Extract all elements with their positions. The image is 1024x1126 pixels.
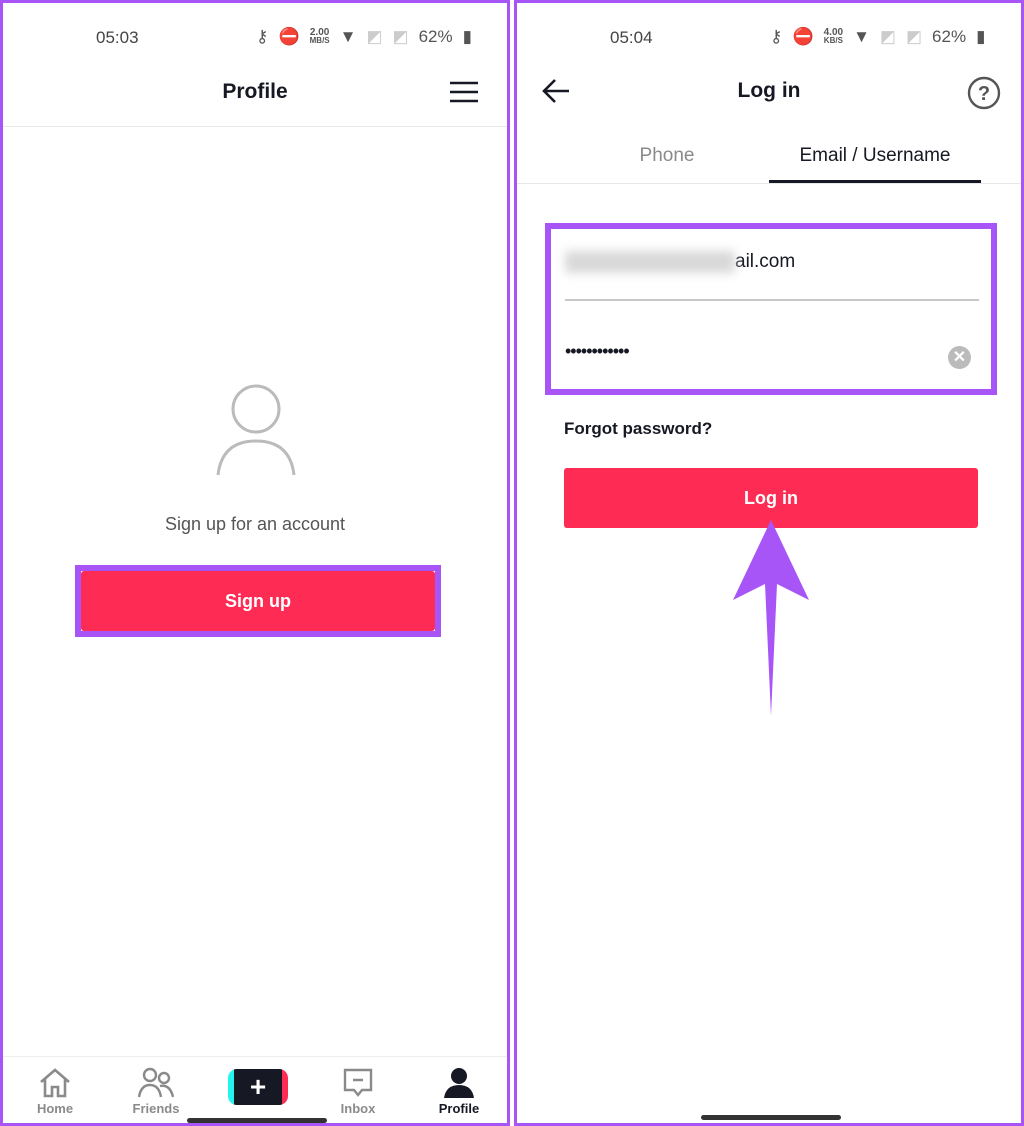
highlight-box: Sign up [75, 565, 441, 637]
status-icons: ⚷ ⛔ 2.00 MB/S ▼ ◩ ◩ 62% ▮ [256, 27, 472, 47]
tab-phone[interactable]: Phone [597, 145, 737, 167]
question-circle-icon[interactable]: ? [967, 76, 1001, 115]
email-input[interactable]: ail.com [565, 251, 979, 301]
no-sim-icon: ◩ [879, 27, 896, 46]
dnd-icon: ⛔ [792, 27, 814, 46]
no-sim-icon: ◩ [905, 27, 923, 46]
status-icons: ⚷ ⛔ 4.00 KB/S ▼ ◩ ◩ 62% ▮ [770, 27, 985, 47]
nav-label: Inbox [340, 1101, 376, 1116]
divider [3, 126, 507, 127]
home-icon [40, 1068, 70, 1098]
empty-state-text: Sign up for an account [164, 514, 346, 534]
redacted-blur [565, 251, 735, 273]
battery-level: 62% [418, 27, 453, 46]
create-button[interactable]: + [228, 1069, 288, 1105]
email-value: ail.com [735, 251, 796, 273]
forgot-password-link[interactable]: Forgot password? [564, 419, 712, 439]
plus-icon: + [249, 1071, 267, 1102]
nav-label: Friends [132, 1101, 180, 1116]
home-indicator [701, 1115, 841, 1120]
dnd-icon: ⛔ [278, 27, 300, 46]
page-title: Log in [737, 79, 801, 102]
net-speed: 2.00 MB/S [309, 27, 330, 45]
bottom-nav: Home Friends + Inbox Profile [3, 1056, 507, 1126]
status-time: 05:03 [96, 28, 139, 47]
wifi-icon: ▼ [853, 27, 870, 46]
status-time: 05:04 [610, 28, 653, 47]
profile-icon [444, 1068, 474, 1098]
nav-label: Profile [438, 1101, 480, 1116]
signup-button[interactable]: Sign up [81, 571, 435, 631]
wifi-icon: ▼ [339, 27, 357, 46]
battery-level: 62% [932, 27, 967, 46]
nav-inbox[interactable]: Inbox [318, 1067, 398, 1116]
person-outline-icon [214, 383, 298, 483]
clear-icon[interactable]: ✕ [948, 346, 971, 369]
nav-profile[interactable]: Profile [419, 1067, 499, 1116]
hamburger-icon[interactable] [449, 81, 479, 108]
login-screen: 05:04 ⚷ ⛔ 4.00 KB/S ▼ ◩ ◩ 62% ▮ Log in ? … [514, 0, 1024, 1126]
divider [517, 183, 1021, 184]
battery-icon: ▮ [462, 27, 472, 46]
key-icon: ⚷ [770, 27, 783, 46]
inbox-icon [343, 1068, 373, 1097]
tab-email[interactable]: Email / Username [769, 145, 981, 183]
no-sim-icon: ◩ [392, 27, 409, 46]
net-speed: 4.00 KB/S [823, 27, 844, 45]
no-sim-icon: ◩ [366, 27, 383, 46]
page-title: Profile [222, 80, 288, 103]
nav-label: Home [36, 1101, 74, 1116]
key-icon: ⚷ [256, 27, 269, 46]
battery-icon: ▮ [976, 27, 986, 46]
home-indicator [187, 1118, 327, 1123]
arrow-up-annotation [731, 518, 811, 723]
profile-screen: 05:03 ⚷ ⛔ 2.00 MB/S ▼ ◩ ◩ 62% ▮ Profile S… [0, 0, 510, 1126]
svg-text:?: ? [978, 83, 990, 105]
password-input[interactable]: •••••••••••• [565, 341, 630, 362]
highlight-box: ail.com •••••••••••• ✕ [545, 223, 997, 395]
nav-home[interactable]: Home [15, 1067, 95, 1116]
friends-icon [138, 1067, 174, 1098]
nav-friends[interactable]: Friends [116, 1067, 196, 1116]
